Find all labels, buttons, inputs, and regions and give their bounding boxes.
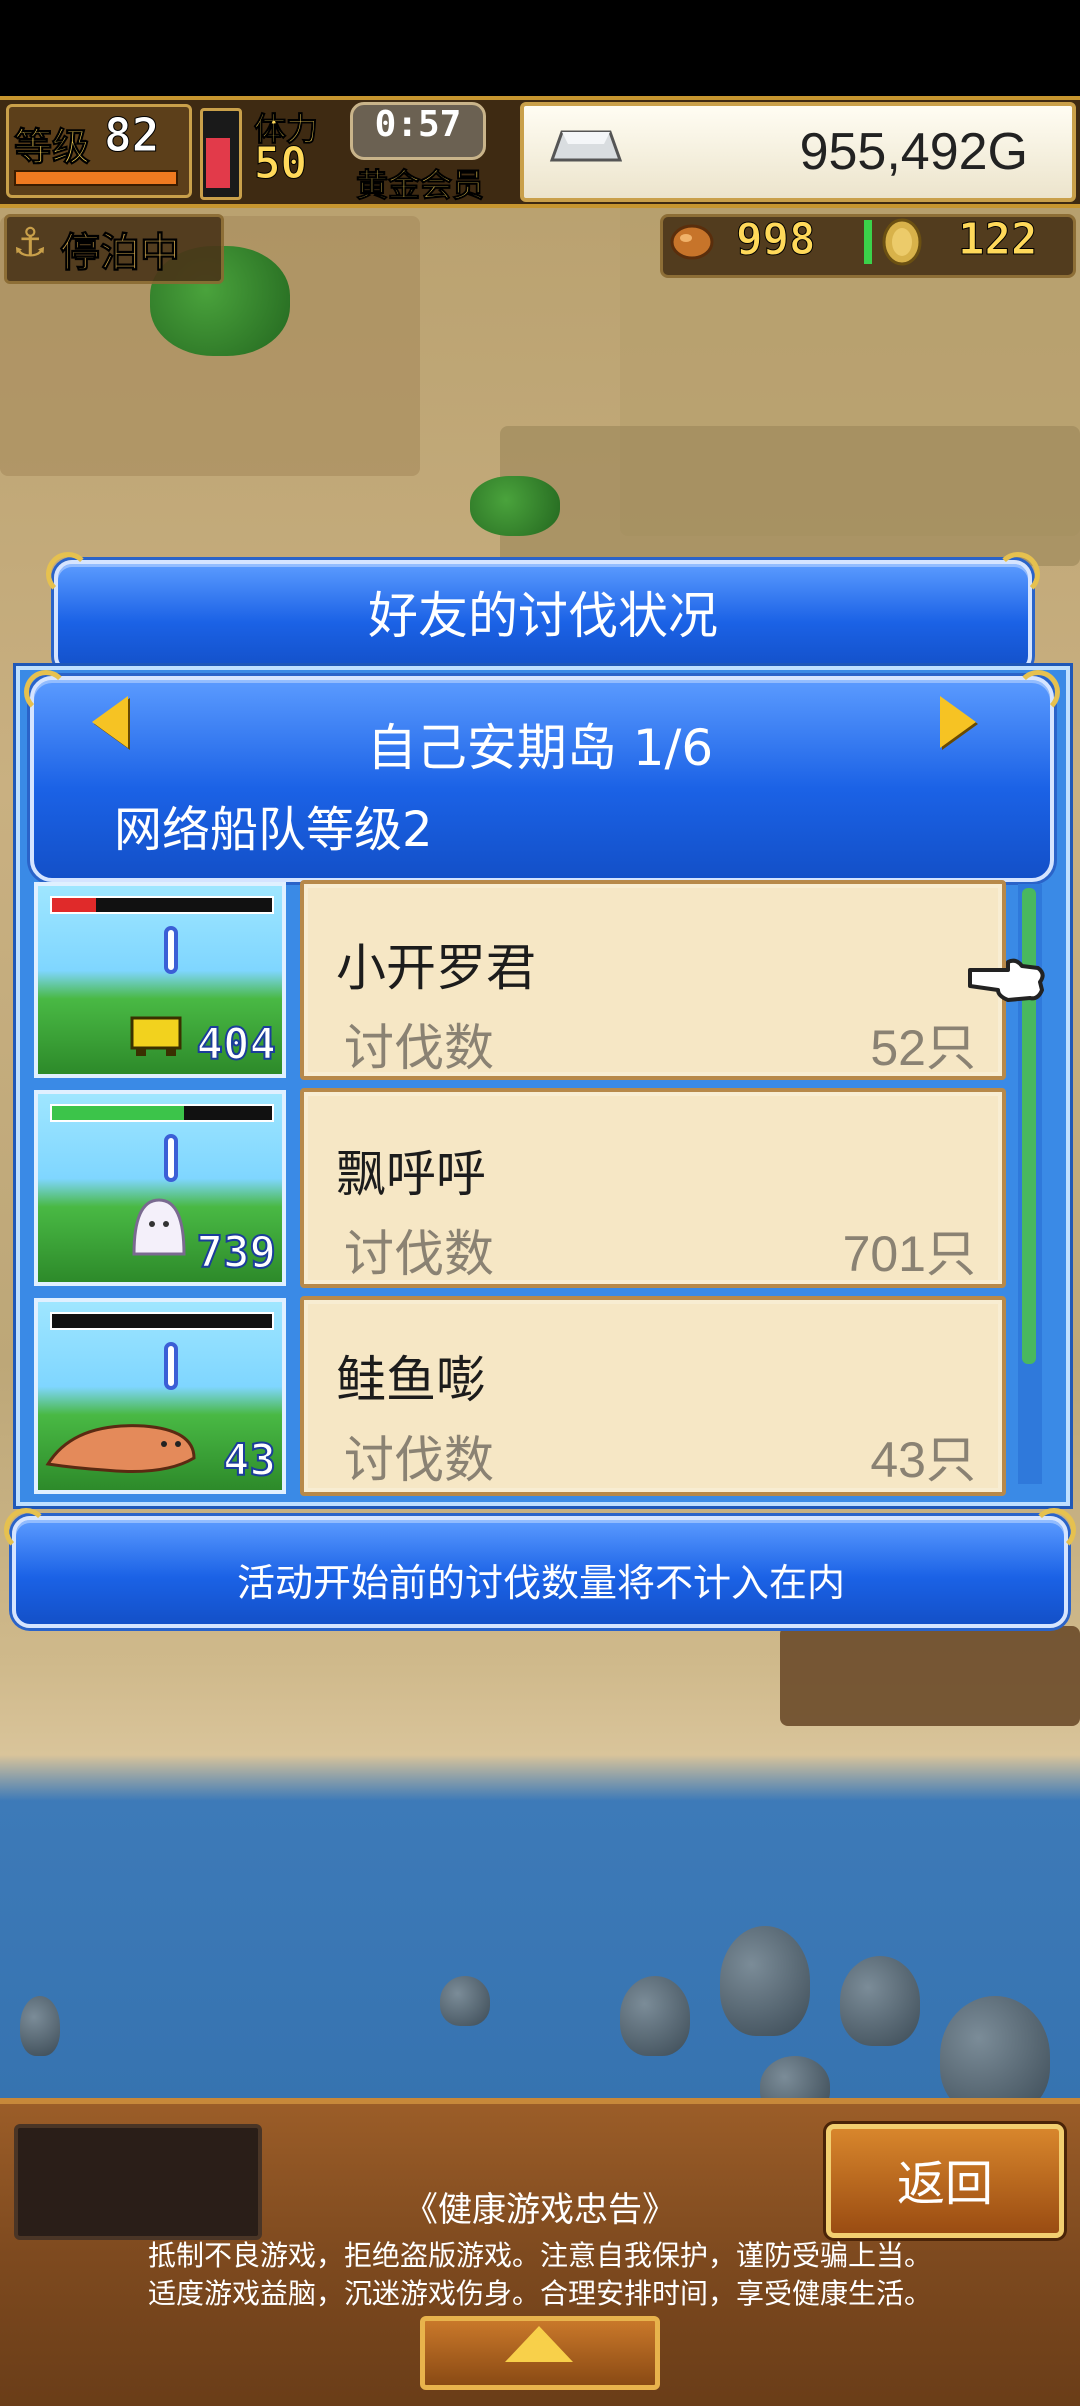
boulder-icon: [840, 1956, 920, 2046]
medal-count: 122: [957, 214, 1038, 266]
kill-count-value: 52只: [870, 1020, 976, 1076]
stamina-timer: 0:57: [374, 104, 462, 145]
monster-badge-number: 404: [196, 1018, 277, 1071]
tree-icon: [470, 476, 560, 536]
up-arrow-icon: [505, 2326, 573, 2362]
monster-thumbnail: 43: [34, 1298, 286, 1494]
pointing-hand-icon: [968, 958, 1045, 1002]
dialog-title: 好友的讨伐状况: [368, 587, 718, 645]
white-ghost-icon: [132, 1198, 186, 1256]
money-value: 955,492G: [799, 123, 1028, 181]
hp-bar: [50, 896, 274, 914]
kill-count-label: 讨伐数: [344, 1019, 494, 1077]
food-count: 998: [735, 214, 816, 266]
stamina-gauge-fill: [206, 138, 230, 188]
ornament-corner-icon: [1032, 1508, 1076, 1552]
level-label: 等级: [13, 125, 91, 170]
monster-badge-number: 739: [196, 1226, 277, 1279]
notice-text: 活动开始前的讨伐数量将不计入在内: [236, 1561, 845, 1605]
monster-thumbnail: 739: [34, 1090, 286, 1286]
island-name: 自己安期岛 1/6: [366, 719, 714, 777]
exclamation-icon: [164, 1342, 178, 1390]
fleet-level: 网络船队等级2: [114, 802, 433, 858]
kill-count-label: 讨伐数: [344, 1225, 494, 1283]
health-advice-line: 抵制不良游戏，拒绝盗版游戏。注意自我保护，谨防受骗上当。: [147, 2239, 932, 2272]
hp-bar: [50, 1312, 274, 1330]
yellow-dog-icon: [130, 1016, 182, 1056]
health-advice-line: 适度游戏益脑，沉迷游戏伤身。合理安排时间，享受健康生活。: [147, 2277, 932, 2310]
hp-bar-fill: [52, 1106, 184, 1120]
friend-name: 鲑鱼嘭: [336, 1351, 486, 1409]
boulder-icon: [20, 1996, 60, 2056]
stamina-value: 50: [254, 138, 308, 190]
anchor-icon: ⚓: [12, 220, 48, 266]
salmon-fish-icon: [45, 1424, 196, 1473]
exclamation-icon: [164, 1134, 178, 1182]
ornament-corner-icon: [24, 670, 68, 714]
level-value: 82: [103, 108, 160, 163]
resource-separator: [864, 220, 872, 264]
kill-count-value: 701只: [842, 1226, 976, 1282]
docked-status: 停泊中: [60, 230, 181, 277]
hp-bar: [50, 1104, 274, 1122]
prev-island-arrow-icon[interactable]: [92, 696, 128, 748]
member-badge: 黄金会员: [355, 166, 485, 205]
monster-thumbnail: 404: [34, 882, 286, 1078]
exp-bar: [14, 170, 178, 186]
hp-bar-fill: [52, 898, 96, 912]
boulder-icon: [440, 1976, 490, 2026]
friend-name: 飘呼呼: [336, 1145, 486, 1203]
ornament-corner-icon: [4, 1508, 48, 1552]
health-advice-title: 《健康游戏忠告》: [404, 2190, 676, 2230]
food-icon: [670, 224, 714, 260]
medal-icon: [882, 218, 922, 266]
monster-badge-number: 43: [222, 1434, 277, 1487]
kill-count-label: 讨伐数: [344, 1431, 494, 1489]
ornament-corner-icon: [1016, 670, 1060, 714]
kill-count-value: 43只: [870, 1432, 976, 1488]
friend-name: 小开罗君: [336, 939, 536, 997]
boulder-icon: [620, 1976, 690, 2056]
exclamation-icon: [164, 926, 178, 974]
boulder-icon: [720, 1926, 810, 2036]
